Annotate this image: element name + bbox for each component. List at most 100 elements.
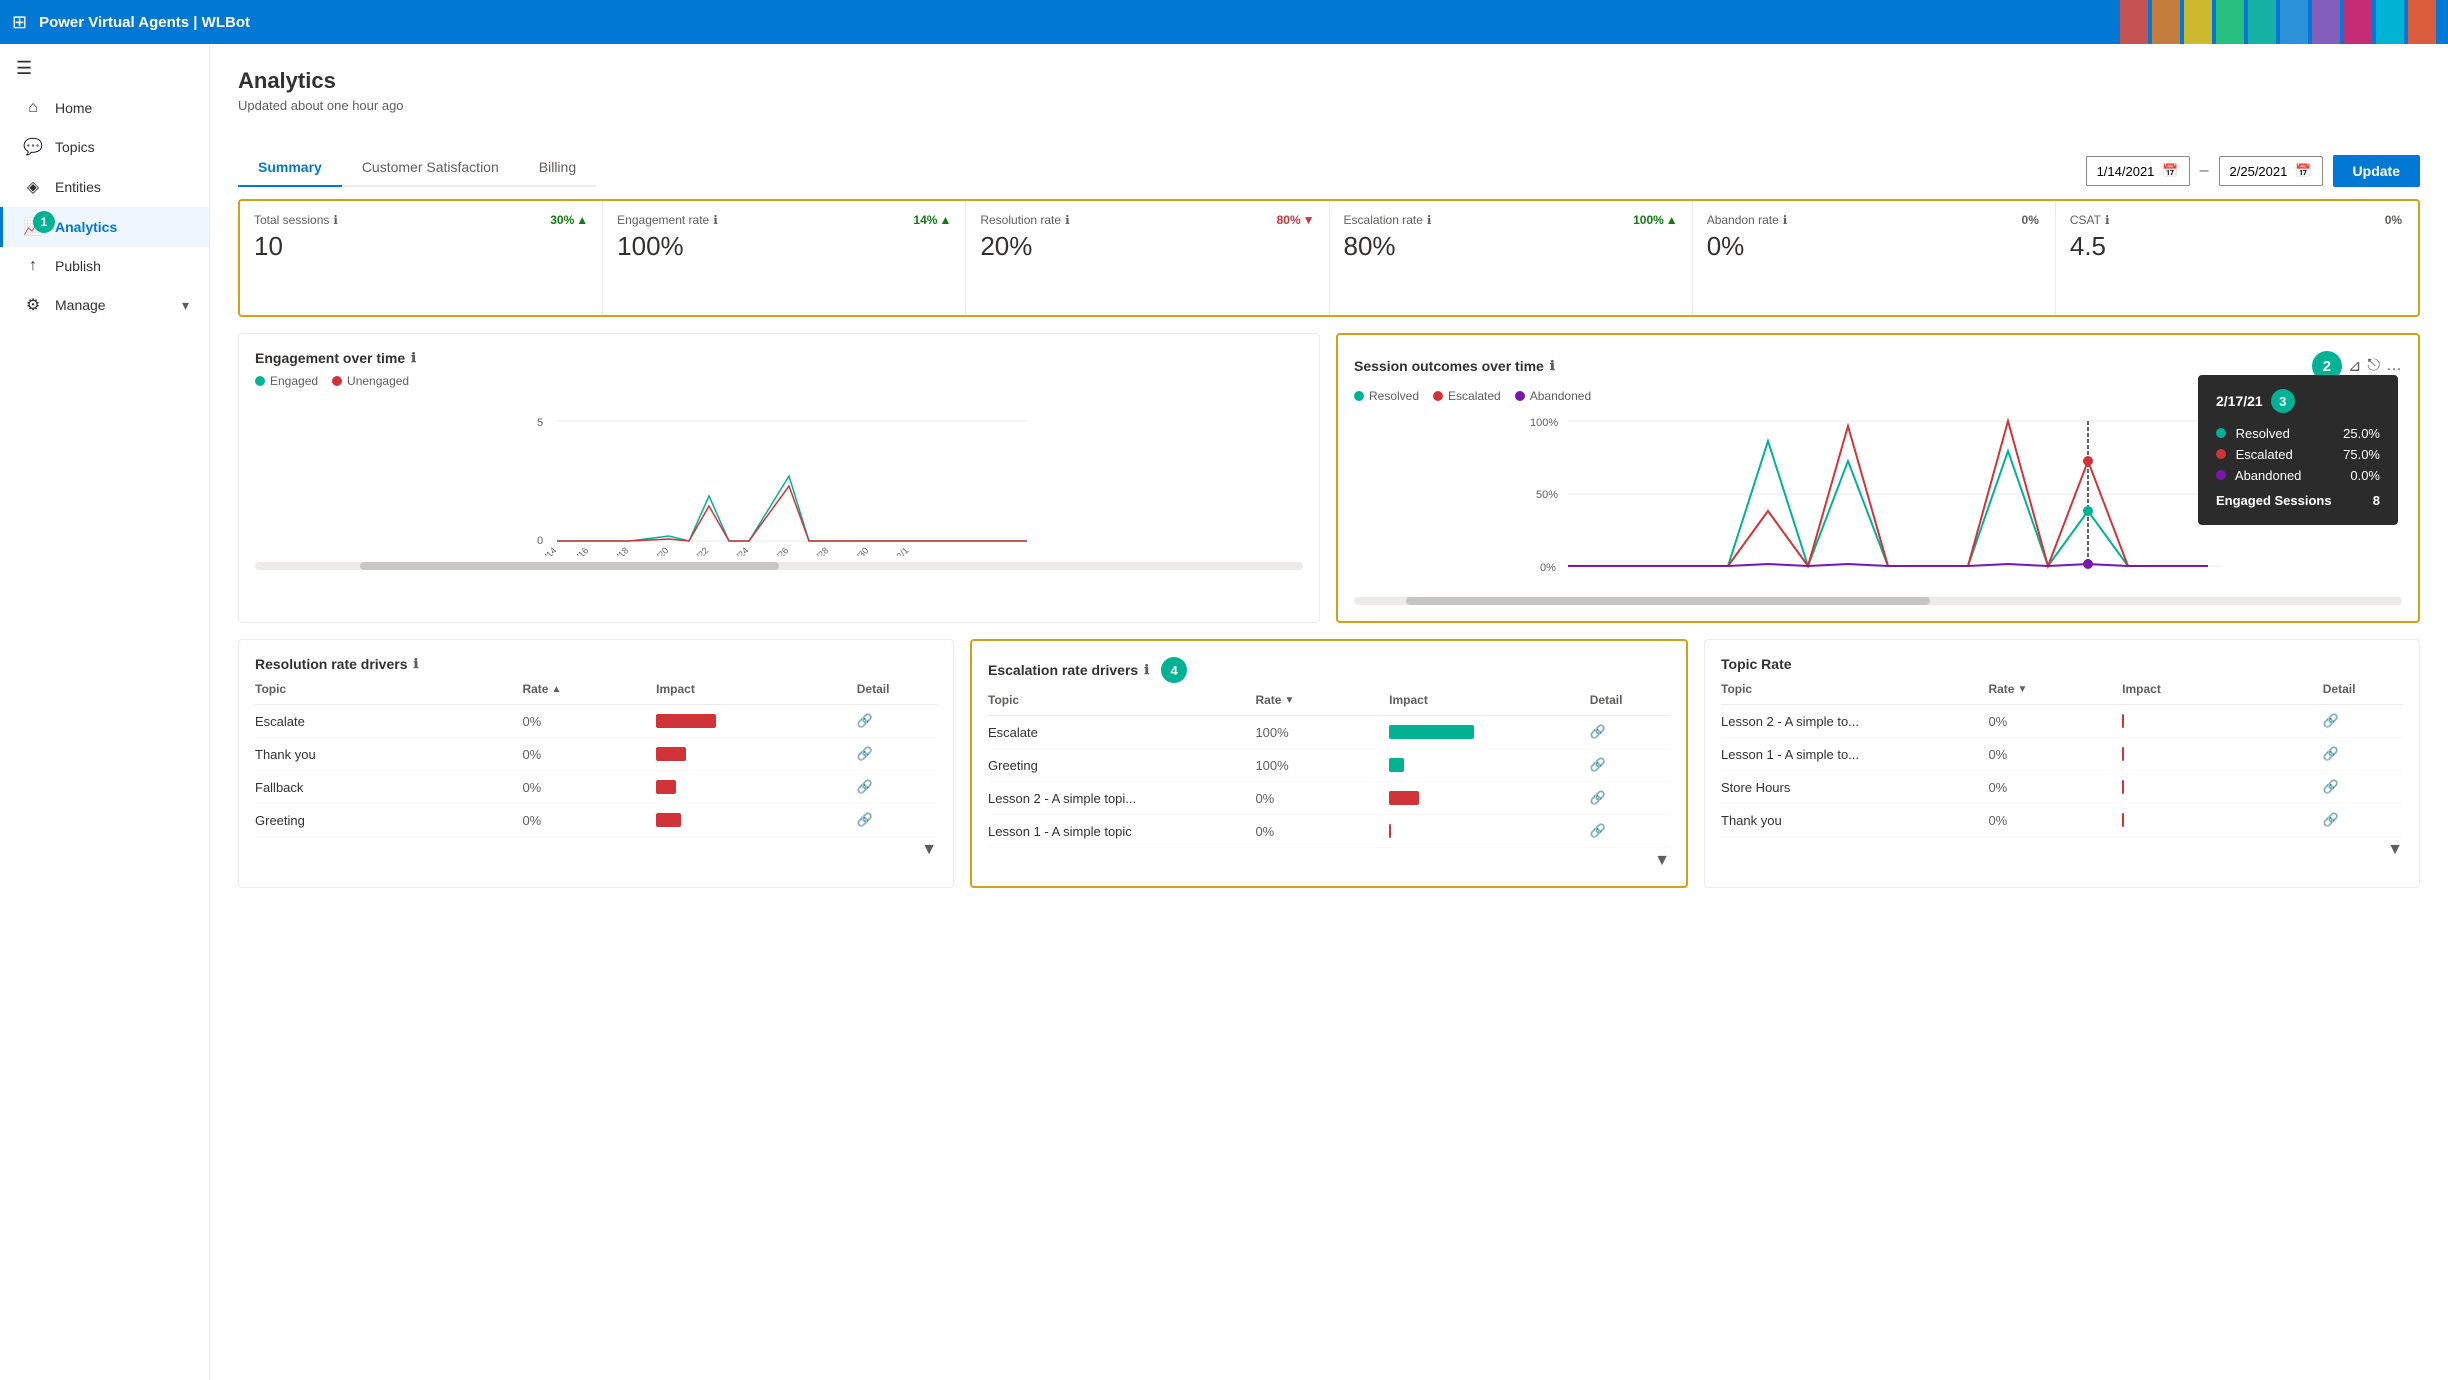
sidebar-toggle[interactable]: ☰ (0, 48, 209, 89)
more-options-button[interactable]: … (2386, 357, 2402, 375)
start-date-input[interactable]: 1/14/2021 📅 (2086, 156, 2190, 186)
metric-header-escalation-rate: Escalation rate ℹ 100% ▲ (1344, 213, 1678, 227)
tooltip-abandoned-row: Abandoned 0.0% (2216, 465, 2380, 486)
bottom-row: Resolution rate drivers ℹ Topic Rate ▲ I… (238, 639, 2420, 888)
svg-text:1/30: 1/30 (851, 545, 870, 556)
topbar: ⊞ Power Virtual Agents | WLBot (0, 0, 2448, 44)
row-detail[interactable]: 🔗 (2323, 779, 2403, 795)
row-topic: Fallback (255, 780, 522, 795)
row-detail[interactable]: 🔗 (857, 779, 937, 795)
metric-info-icon-abandon-rate[interactable]: ℹ (1783, 213, 1788, 227)
resolution-th-detail[interactable]: Detail (857, 682, 937, 696)
escalation-scroll-down-button[interactable]: ▼ (1654, 852, 1670, 870)
row-impact (1389, 791, 1590, 805)
sidebar-item-topics-label: Topics (55, 139, 95, 155)
session-scrollbar-thumb[interactable] (1406, 597, 1930, 605)
metric-card-engagement-rate: Engagement rate ℹ 14% ▲ 100% (603, 201, 966, 315)
resolution-th-impact[interactable]: Impact (656, 682, 857, 696)
row-rate: 0% (1988, 780, 2122, 795)
session-chart-scrollbar[interactable] (1354, 597, 2402, 605)
escalation-th-rate[interactable]: Rate ▼ (1255, 693, 1389, 707)
engagement-info-icon[interactable]: ℹ (411, 350, 416, 366)
row-rate: 0% (1988, 747, 2122, 762)
tooltip-abandoned-text: Abandoned (2235, 468, 2302, 483)
sidebar-item-analytics[interactable]: 📈 Analytics 1 (0, 207, 209, 247)
row-detail[interactable]: 🔗 (2323, 812, 2403, 828)
resolution-th-rate[interactable]: Rate ▲ (522, 682, 656, 696)
resolution-scroll-down-button[interactable]: ▼ (921, 841, 937, 859)
start-date-calendar-icon: 📅 (2162, 163, 2178, 179)
escalation-drivers-header: Escalation rate drivers ℹ 4 (988, 657, 1670, 683)
resolution-th-topic[interactable]: Topic (255, 682, 522, 696)
row-detail[interactable]: 🔗 (857, 746, 937, 762)
escalation-th-detail[interactable]: Detail (1590, 693, 1670, 707)
escalation-col-topic: Topic (988, 693, 1019, 707)
metric-sparkline-resolution-rate (980, 262, 1314, 302)
escalation-th-impact[interactable]: Impact (1389, 693, 1590, 707)
metric-label-escalation-rate: Escalation rate (1344, 213, 1423, 227)
escalation-info-icon[interactable]: ℹ (1144, 662, 1149, 678)
tab-summary[interactable]: Summary (238, 149, 342, 187)
escalation-table-header: Topic Rate ▼ Impact Detail (988, 693, 1670, 716)
engagement-scrollbar-thumb[interactable] (360, 562, 779, 570)
impact-bar (1389, 725, 1474, 739)
metric-info-icon-total-sessions[interactable]: ℹ (333, 213, 338, 227)
entities-icon: ◈ (23, 177, 43, 197)
update-button[interactable]: Update (2333, 155, 2420, 187)
row-detail[interactable]: 🔗 (857, 812, 937, 828)
metric-info-icon-resolution-rate[interactable]: ℹ (1065, 213, 1070, 227)
sidebar-item-manage[interactable]: ⚙ Manage ▾ (0, 285, 209, 325)
session-info-icon[interactable]: ℹ (1550, 358, 1555, 374)
filter-icon-button[interactable]: ⊿ (2348, 356, 2361, 376)
tooltip-engaged-row: Engaged Sessions 8 (2216, 490, 2380, 511)
topic-rate-th-topic[interactable]: Topic (1721, 682, 1988, 696)
topic-rate-th-impact[interactable]: Impact (2122, 682, 2323, 696)
banner-decoration (2120, 0, 2436, 44)
row-impact (2122, 813, 2323, 827)
tooltip-abandoned-value: 0.0% (2350, 468, 2380, 483)
topic-rate-scroll-down-button[interactable]: ▼ (2387, 841, 2403, 859)
row-topic: Escalate (255, 714, 522, 729)
resolved-label: Resolved (1369, 389, 1419, 403)
unengaged-label: Unengaged (347, 374, 409, 388)
metric-info-icon-csat[interactable]: ℹ (2105, 213, 2110, 227)
engaged-dot (255, 376, 265, 386)
topic-rate-th-detail[interactable]: Detail (2323, 682, 2403, 696)
sidebar-item-entities[interactable]: ◈ Entities (0, 167, 209, 207)
sidebar-item-topics[interactable]: 💬 Topics (0, 127, 209, 167)
table-row: Lesson 1 - A simple topic 0% 🔗 (988, 815, 1670, 848)
impact-bar (1389, 791, 1419, 805)
row-impact (1389, 758, 1590, 772)
escalation-table-body: Escalate 100% 🔗 Greeting 100% 🔗 Lesson 2… (988, 716, 1670, 848)
export-icon-button[interactable]: ⎋ (2367, 357, 2380, 375)
row-detail[interactable]: 🔗 (1590, 757, 1670, 773)
row-detail[interactable]: 🔗 (1590, 790, 1670, 806)
apps-grid-icon[interactable]: ⊞ (12, 12, 27, 33)
metric-info-icon-escalation-rate[interactable]: ℹ (1427, 213, 1432, 227)
escalated-label: Escalated (1448, 389, 1501, 403)
row-detail[interactable]: 🔗 (2323, 713, 2403, 729)
metric-arrow-engagement-rate: ▲ (939, 213, 951, 227)
metric-info-icon-engagement-rate[interactable]: ℹ (713, 213, 718, 227)
impact-bar (2122, 747, 2124, 761)
banner-block-10 (2408, 0, 2436, 44)
tab-customer-satisfaction[interactable]: Customer Satisfaction (342, 149, 519, 187)
app-title: Power Virtual Agents | WLBot (39, 14, 250, 31)
row-detail[interactable]: 🔗 (1590, 724, 1670, 740)
row-detail[interactable]: 🔗 (1590, 823, 1670, 839)
tooltip-resolved-dot (2216, 428, 2226, 438)
tab-billing[interactable]: Billing (519, 149, 596, 187)
engagement-chart-scrollbar[interactable] (255, 562, 1303, 570)
row-detail[interactable]: 🔗 (2323, 746, 2403, 762)
resolution-table-body: Escalate 0% 🔗 Thank you 0% 🔗 Fallback 0%… (255, 705, 937, 837)
topic-rate-th-rate[interactable]: Rate ▼ (1988, 682, 2122, 696)
sidebar-item-home[interactable]: ⌂ Home (0, 89, 209, 127)
sidebar-item-publish[interactable]: ↑ Publish (0, 247, 209, 285)
end-date-input[interactable]: 2/25/2021 📅 (2219, 156, 2323, 186)
escalation-th-topic[interactable]: Topic (988, 693, 1255, 707)
table-row: Lesson 2 - A simple to... 0% 🔗 (1721, 705, 2403, 738)
metric-value-total-sessions: 10 (254, 231, 588, 262)
row-detail[interactable]: 🔗 (857, 713, 937, 729)
table-row: Store Hours 0% 🔗 (1721, 771, 2403, 804)
resolution-info-icon[interactable]: ℹ (414, 656, 419, 672)
